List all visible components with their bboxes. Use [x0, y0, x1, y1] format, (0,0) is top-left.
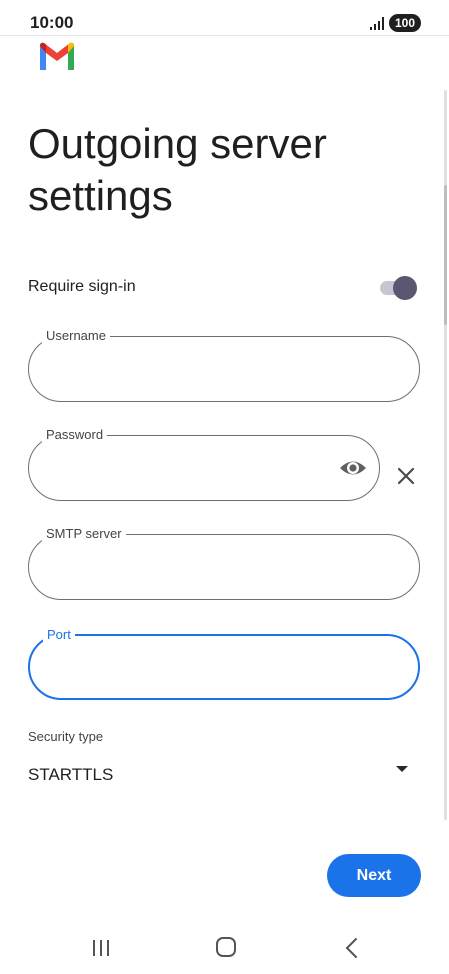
username-input[interactable]: [47, 357, 347, 381]
toggle-thumb: [393, 276, 417, 300]
port-field[interactable]: Port: [28, 626, 420, 700]
password-input[interactable]: [47, 456, 347, 480]
back-icon[interactable]: [343, 937, 359, 959]
home-icon[interactable]: [216, 937, 236, 957]
smtp-server-input[interactable]: [47, 555, 347, 579]
caret-down-icon[interactable]: [395, 764, 409, 774]
username-field[interactable]: Username: [28, 327, 420, 402]
status-time: 10:00: [30, 13, 74, 32]
port-input[interactable]: [48, 656, 348, 680]
password-label: Password: [42, 426, 108, 444]
security-type-select[interactable]: STARTTLS: [28, 765, 113, 785]
next-button[interactable]: Next: [327, 854, 421, 897]
status-bar: 10:00 100: [0, 0, 449, 36]
require-signin-label: Require sign-in: [28, 278, 136, 295]
signal-icon: [369, 16, 384, 30]
smtp-server-field[interactable]: SMTP server: [28, 525, 420, 600]
require-signin-toggle[interactable]: [378, 276, 418, 300]
status-icons: 100: [369, 14, 421, 32]
password-field[interactable]: Password: [28, 426, 380, 501]
gmail-logo: [40, 42, 74, 70]
username-label: Username: [42, 327, 110, 345]
close-icon[interactable]: [395, 465, 417, 487]
smtp-server-label: SMTP server: [42, 525, 126, 543]
navigation-bar: [0, 925, 449, 974]
eye-icon[interactable]: [339, 457, 367, 479]
security-type-label: Security type: [28, 729, 104, 744]
battery-indicator: 100: [388, 14, 421, 32]
recents-icon[interactable]: [91, 939, 111, 957]
page-title: Outgoing server settings: [28, 120, 327, 219]
scrollbar-thumb[interactable]: [444, 185, 447, 325]
scrollbar[interactable]: [444, 90, 447, 820]
port-label: Port: [43, 626, 75, 644]
